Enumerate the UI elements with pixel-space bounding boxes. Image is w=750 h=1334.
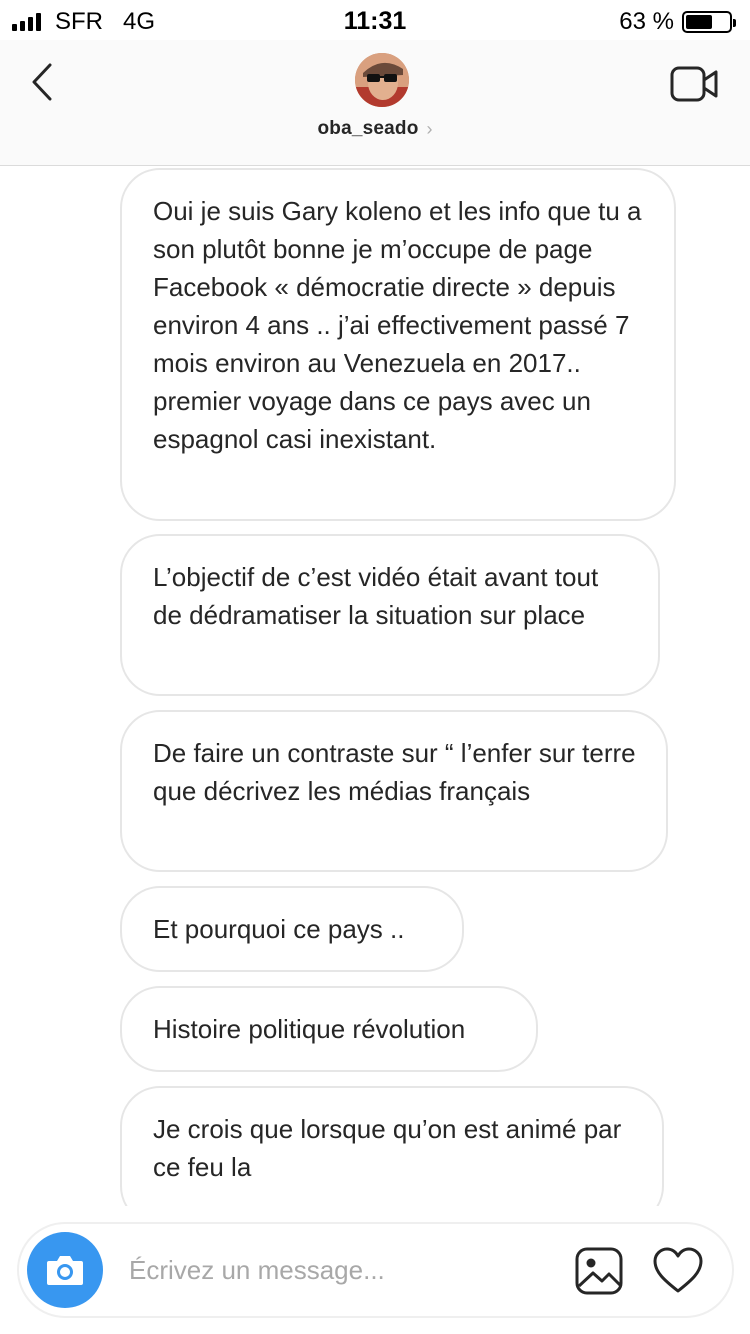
battery-percent: 63 % <box>619 8 674 35</box>
back-button[interactable] <box>22 60 62 104</box>
gallery-button[interactable] <box>574 1246 624 1296</box>
profile-photo <box>355 53 409 107</box>
message-bubble[interactable]: Oui je suis Gary koleno et les info que … <box>120 168 676 521</box>
video-call-button[interactable] <box>670 64 720 104</box>
status-bar: SFR 4G 11:31 63 % <box>0 0 750 40</box>
chevron-left-icon <box>32 63 52 101</box>
message-text: De faire un contraste sur “ l’enfer sur … <box>153 738 636 806</box>
message-input[interactable] <box>129 1248 549 1292</box>
message-text: L’objectif de c’est vidéo était avant to… <box>153 562 599 630</box>
heart-icon <box>653 1247 703 1293</box>
battery-fill <box>686 15 713 29</box>
message-text: Histoire politique révolution <box>153 1014 466 1044</box>
message-text: Je crois que lorsque qu’on est animé par… <box>153 1114 622 1182</box>
message-bubble[interactable]: Je crois que lorsque qu’on est animé par… <box>120 1086 664 1206</box>
message-bubble[interactable]: De faire un contraste sur “ l’enfer sur … <box>120 710 668 872</box>
message-text: Et pourquoi ce pays .. <box>153 914 405 944</box>
message-bubble[interactable]: L’objectif de c’est vidéo était avant to… <box>120 534 660 696</box>
gallery-icon <box>575 1247 623 1295</box>
camera-icon <box>47 1256 83 1285</box>
battery-icon <box>682 11 736 33</box>
status-right: 63 % <box>619 8 736 36</box>
camera-button[interactable] <box>27 1232 103 1308</box>
avatar[interactable] <box>355 53 409 107</box>
chevron-right-icon: › <box>426 118 433 139</box>
message-bubble[interactable]: Histoire politique révolution <box>120 986 538 1072</box>
message-text: Oui je suis Gary koleno et les info que … <box>153 196 642 454</box>
message-bubble[interactable]: Et pourquoi ce pays .. <box>120 886 464 972</box>
message-thread[interactable]: Oui je suis Gary koleno et les info que … <box>0 166 750 1206</box>
like-button[interactable] <box>652 1246 704 1296</box>
username-link[interactable]: oba_seado › <box>0 118 750 140</box>
message-composer <box>17 1222 734 1318</box>
video-camera-icon <box>670 66 718 102</box>
username: oba_seado <box>317 118 419 139</box>
conversation-header: oba_seado › <box>0 40 750 166</box>
